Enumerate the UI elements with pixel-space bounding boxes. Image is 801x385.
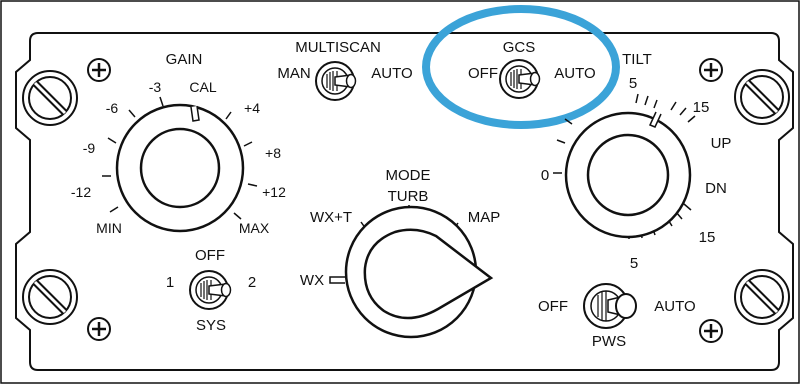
gain-mark-min: MIN <box>96 220 122 236</box>
tilt-mark-dn: DN <box>705 180 727 197</box>
gcs-title: GCS <box>503 39 536 56</box>
multiscan-toggle-switch[interactable] <box>315 61 357 101</box>
tilt-mark-up-5: 5 <box>629 75 637 92</box>
slotted-screw-icon <box>22 70 78 126</box>
tilt-mark-up-15: 15 <box>693 99 710 116</box>
phillips-screw-icon <box>699 58 723 82</box>
mode-mark-wx-t: WX+T <box>310 209 352 226</box>
gain-knob-pointer <box>190 105 200 122</box>
sys-title: SYS <box>196 317 226 334</box>
gain-knob-cap <box>139 127 221 209</box>
mode-mark-turb: TURB <box>388 188 429 205</box>
tilt-mark-down-5: 5 <box>630 255 638 272</box>
gain-mark-cal: CAL <box>189 79 216 95</box>
mode-mark-wx: WX <box>300 272 324 289</box>
gain-mark-plus-4: +4 <box>244 100 260 116</box>
mode-index-mark <box>329 276 345 284</box>
slotted-screw-icon <box>734 69 790 125</box>
phillips-screw-icon <box>87 58 111 82</box>
tilt-mark-zero: 0 <box>541 167 549 184</box>
gain-mark-minus-6: -6 <box>106 100 119 116</box>
gain-mark-minus-12: -12 <box>71 184 91 200</box>
gcs-auto-label: AUTO <box>554 65 595 82</box>
pws-title: PWS <box>592 333 626 350</box>
sys-2-label: 2 <box>248 274 256 291</box>
gain-mark-max: MAX <box>239 220 270 236</box>
gain-mark-minus-3: -3 <box>149 79 162 95</box>
tilt-title: TILT <box>622 51 652 68</box>
tilt-mark-up: UP <box>711 135 732 152</box>
phillips-screw-icon <box>87 317 111 341</box>
tilt-mark-down-15: 15 <box>699 229 716 246</box>
slotted-screw-icon <box>734 269 790 325</box>
slotted-screw-icon <box>22 269 78 325</box>
pws-auto-label: AUTO <box>654 298 695 315</box>
mode-mark-map: MAP <box>468 209 501 226</box>
weather-radar-control-panel: GAIN -3 CAL -6 +4 -9 +8 -12 +12 MIN MAX … <box>0 0 800 384</box>
mode-title: MODE <box>386 167 431 184</box>
tilt-knob[interactable] <box>564 111 692 239</box>
gain-mark-minus-9: -9 <box>83 140 96 156</box>
multiscan-auto-label: AUTO <box>371 65 412 82</box>
pws-off-label: OFF <box>538 298 568 315</box>
gcs-toggle-switch[interactable] <box>499 59 541 99</box>
sys-off-label: OFF <box>195 247 225 264</box>
gain-mark-plus-12: +12 <box>262 184 286 200</box>
phillips-screw-icon <box>699 319 723 343</box>
gain-mark-plus-8: +8 <box>265 145 281 161</box>
tilt-knob-cap <box>586 133 670 217</box>
multiscan-man-label: MAN <box>277 65 310 82</box>
gain-title: GAIN <box>166 51 203 68</box>
multiscan-title: MULTISCAN <box>295 39 381 56</box>
sys-1-label: 1 <box>166 274 174 291</box>
gcs-off-label: OFF <box>468 65 498 82</box>
